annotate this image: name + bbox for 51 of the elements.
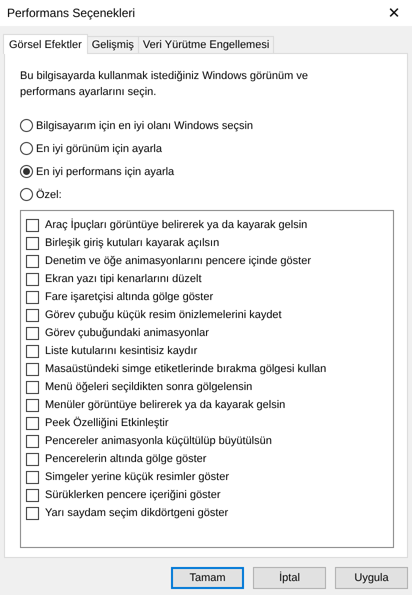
checkbox-label[interactable]: Masaüstündeki simge etiketlerinde bırakma gölgesi kullan xyxy=(45,363,326,375)
checkbox-label[interactable]: Pencereler animasyonla küçültülüp büyütülsün xyxy=(45,435,272,447)
checkbox[interactable] xyxy=(26,434,39,448)
radio-button[interactable] xyxy=(20,188,33,201)
checkbox-label[interactable]: Peek Özelliğini Etkinleştir xyxy=(45,417,168,429)
tab[interactable]: Görsel Efektler xyxy=(3,34,88,54)
checkbox-label[interactable]: Ekran yazı tipi kenarlarını düzelt xyxy=(45,273,202,285)
radio-button[interactable] xyxy=(20,142,33,155)
dialog-button[interactable]: İptal xyxy=(253,567,326,589)
dialog-button[interactable]: Uygula xyxy=(335,567,408,589)
window-title: Performans Seçenekleri xyxy=(7,6,136,20)
description-text: Bu bilgisayarda kullanmak istediğiniz Windows görünüm ve performans ayarlarını seçin. xyxy=(20,69,309,100)
checkbox-label[interactable]: Birleşik giriş kutuları kayarak açılsın xyxy=(45,237,220,249)
checkbox-label[interactable]: Simgeler yerine küçük resimler göster xyxy=(45,471,230,483)
dialog-button[interactable]: Tamam xyxy=(171,567,244,589)
checkbox[interactable] xyxy=(26,380,39,394)
checkbox-label[interactable]: Görev çubuğu küçük resim önizlemelerini kaydet xyxy=(45,309,282,321)
checkbox[interactable] xyxy=(26,398,39,412)
checkbox-label[interactable]: Pencerelerin altında gölge göster xyxy=(45,453,206,465)
radio-label[interactable]: En iyi görünüm için ayarla xyxy=(36,142,162,154)
checkbox[interactable] xyxy=(26,290,39,304)
radio-label[interactable]: En iyi performans için ayarla xyxy=(36,166,174,178)
checkbox[interactable] xyxy=(26,452,39,466)
checkbox-label[interactable]: Fare işaretçisi altında gölge göster xyxy=(45,291,214,303)
radio-button[interactable] xyxy=(20,119,33,132)
checkbox[interactable] xyxy=(26,254,39,268)
radio-button[interactable] xyxy=(20,165,33,178)
checkbox[interactable] xyxy=(26,218,39,232)
radio-label[interactable]: Bilgisayarım için en iyi olanı Windows seçsin xyxy=(36,120,254,132)
checkbox[interactable] xyxy=(26,326,39,340)
checkbox-label[interactable]: Araç İpuçları görüntüye belirerek ya da kayarak gelsin xyxy=(45,219,308,231)
close-button[interactable]: ✕ xyxy=(376,0,412,26)
radio-label[interactable]: Özel: xyxy=(36,188,62,200)
checkbox[interactable] xyxy=(26,308,39,322)
tab[interactable]: Gelişmiş xyxy=(86,36,139,53)
checkbox-label[interactable]: Denetim ve öğe animasyonlarını pencere içinde göster xyxy=(45,255,311,267)
checkbox[interactable] xyxy=(26,416,39,430)
checkbox-label[interactable]: Yarı saydam seçim dikdörtgeni göster xyxy=(45,507,228,519)
checkbox[interactable] xyxy=(26,344,39,358)
checkbox-label[interactable]: Görev çubuğundaki animasyonlar xyxy=(45,327,209,339)
checkbox-label[interactable]: Liste kutularını kesintisiz kaydır xyxy=(45,345,198,357)
checkbox[interactable] xyxy=(26,506,39,520)
checkbox[interactable] xyxy=(26,470,39,484)
checkbox[interactable] xyxy=(26,488,39,502)
checkbox-label[interactable]: Sürüklerken pencere içeriğini göster xyxy=(45,489,220,501)
checkbox[interactable] xyxy=(26,272,39,286)
checkbox-label[interactable]: Menüler görüntüye belirerek ya da kayarak gelsin xyxy=(45,399,286,411)
checkbox[interactable] xyxy=(26,236,39,250)
checkbox-label[interactable]: Menü öğeleri seçildikten sonra gölgelensin xyxy=(45,381,252,393)
checkbox[interactable] xyxy=(26,362,39,376)
tab[interactable]: Veri Yürütme Engellemesi xyxy=(138,36,274,53)
